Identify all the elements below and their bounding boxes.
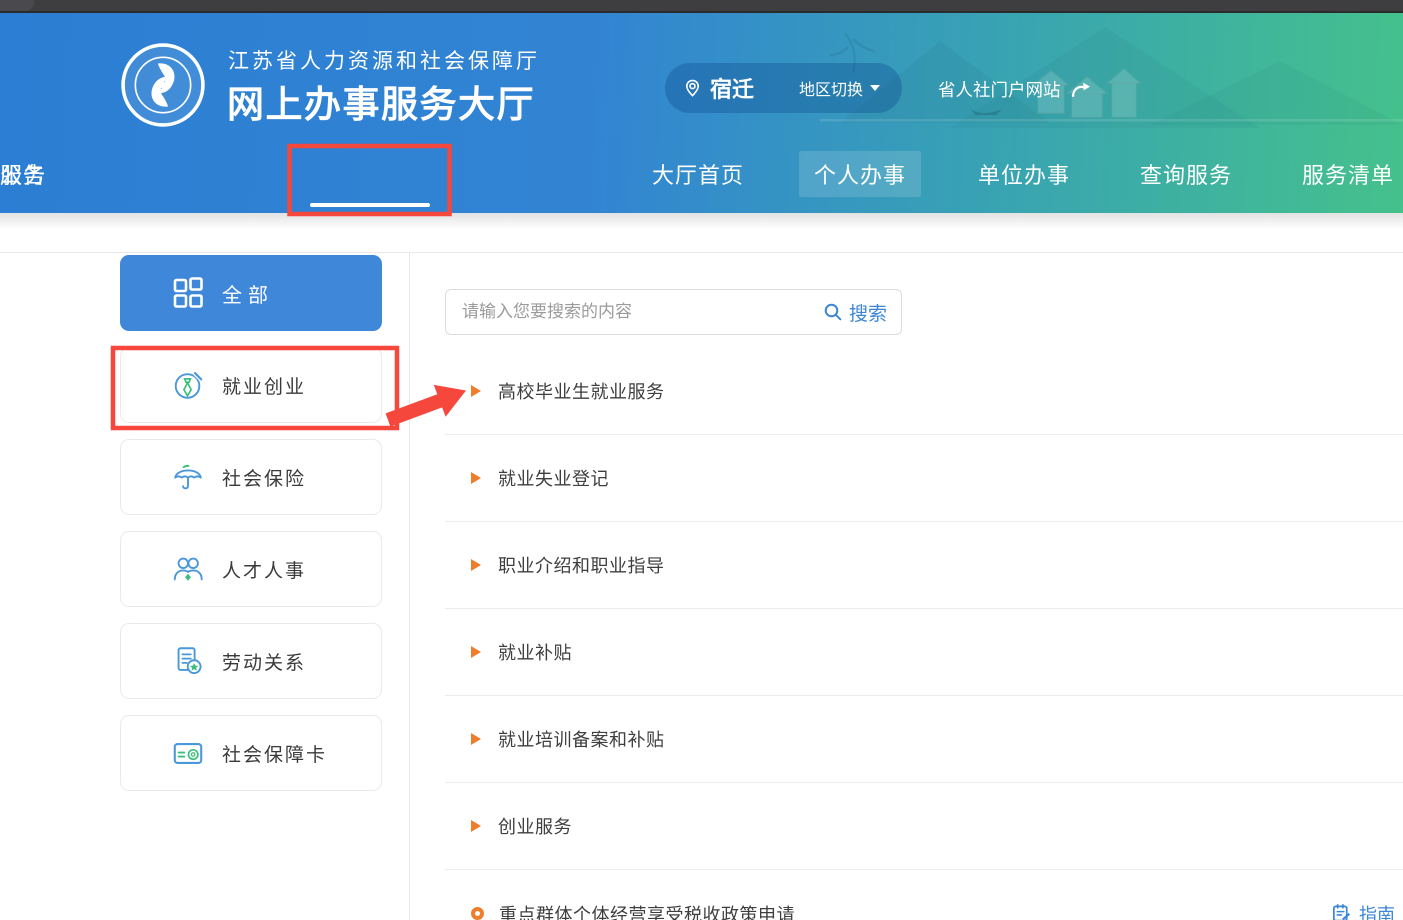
current-city-label: 宿迁 [710, 77, 755, 102]
nav-map-services[interactable]: 地图服务 [0, 151, 61, 197]
sidebar-item-label: 就业创业 [222, 376, 307, 398]
service-row-unemployment-registration[interactable]: 就业失业登记 [445, 435, 1403, 522]
agency-title: 江苏省人力资源和社会保障厅 [228, 50, 540, 73]
sidebar-item-employment[interactable]: 就业创业 [120, 347, 382, 423]
service-row-employment-subsidy[interactable]: 就业补贴 [445, 609, 1403, 696]
guide-document-icon [1333, 904, 1351, 920]
service-row-graduate-employment[interactable]: 高校毕业生就业服务 [445, 348, 1403, 435]
service-row-startup-services[interactable]: 创业服务 [445, 783, 1403, 870]
service-row-training-subsidy[interactable]: 就业培训备案和补贴 [445, 696, 1403, 783]
sidebar-item-all[interactable]: 全部 [120, 255, 382, 331]
location-selector[interactable]: 宿迁 地区切换 [665, 63, 902, 113]
guide-link[interactable]: 指南 [1331, 901, 1395, 920]
nav-query-services[interactable]: 查询服务 [1125, 151, 1247, 197]
page: 江苏省人力资源和社会保障厅 网上办事服务大厅 宿迁 地区切换 省人社门户网站 大… [0, 0, 1403, 920]
browser-tab-hint [0, 0, 34, 11]
nav-employer-services[interactable]: 单位办事 [963, 151, 1085, 197]
sidebar-item-label: 社会保障卡 [222, 744, 328, 766]
umbrella-icon [174, 464, 202, 490]
portal-link-label: 省人社门户网站 [938, 79, 1061, 100]
search-input[interactable] [446, 291, 823, 333]
region-switch-label[interactable]: 地区切换 [799, 76, 863, 100]
sidebar-item-label: 劳动关系 [222, 652, 307, 674]
sidebar-item-label: 社会保险 [222, 468, 307, 490]
chevron-down-icon [870, 85, 880, 91]
sidebar-item-label: 全部 [222, 284, 274, 307]
location-pin-icon [685, 79, 700, 97]
grid-icon [173, 277, 203, 308]
sidebar-item-labor-relations[interactable]: 劳动关系 [120, 623, 382, 699]
provincial-portal-link[interactable]: 省人社门户网站 [938, 75, 1093, 103]
service-row-career-guidance[interactable]: 职业介绍和职业指导 [445, 522, 1403, 609]
guide-link-label: 指南 [1359, 904, 1395, 920]
search-button-label: 搜索 [848, 303, 887, 325]
external-share-arrow-icon [1071, 82, 1090, 97]
service-row-tax-policy-application[interactable]: 重点群体个体经营享受税收政策申请 指南 [445, 870, 1403, 920]
triangle-bullet-icon [471, 472, 481, 484]
page-title: 网上办事服务大厅 [227, 84, 535, 125]
sidebar-item-social-insurance[interactable]: 社会保险 [120, 439, 382, 515]
sidebar-content-divider [409, 253, 410, 920]
search-box: 搜索 [445, 289, 902, 335]
document-star-icon [177, 647, 202, 675]
site-header: 江苏省人力资源和社会保障厅 网上办事服务大厅 宿迁 地区切换 省人社门户网站 大… [0, 13, 1403, 213]
service-panel: 搜索 高校毕业生就业服务 就业失业登记 职业介绍和职业指导 [445, 253, 1403, 920]
triangle-bullet-icon [471, 646, 481, 658]
social-card-icon [173, 742, 203, 764]
people-icon [173, 557, 203, 581]
browser-chrome-bar [0, 0, 1403, 13]
active-tab-underline [310, 203, 430, 207]
search-button[interactable]: 搜索 [823, 299, 887, 326]
nav-hall-home[interactable]: 大厅首页 [637, 151, 759, 197]
agency-logo [121, 43, 205, 127]
sidebar-item-social-security-card[interactable]: 社会保障卡 [120, 715, 382, 791]
content-area: 全部 就业创业 社会保险 人才人事 劳动关系 社会保障卡 请输入您要搜索的内容 … [0, 213, 1403, 920]
nav-personal-services[interactable]: 个人办事 [798, 151, 922, 197]
triangle-bullet-icon [471, 820, 481, 832]
triangle-bullet-icon [471, 385, 481, 397]
employment-tie-icon [174, 370, 204, 399]
sidebar-item-talent-hr[interactable]: 人才人事 [120, 531, 382, 607]
circle-bullet-icon [471, 907, 484, 920]
triangle-bullet-icon [471, 733, 481, 745]
triangle-bullet-icon [471, 559, 481, 571]
nav-service-list[interactable]: 服务清单 [1287, 151, 1403, 197]
service-list: 高校毕业生就业服务 就业失业登记 职业介绍和职业指导 就业补贴 就业培训备案和补… [445, 348, 1403, 920]
header-shadow [0, 213, 1403, 229]
category-sidebar: 全部 就业创业 社会保险 人才人事 劳动关系 社会保障卡 [120, 255, 382, 807]
search-icon [824, 303, 842, 321]
sidebar-item-label: 人才人事 [222, 560, 307, 582]
